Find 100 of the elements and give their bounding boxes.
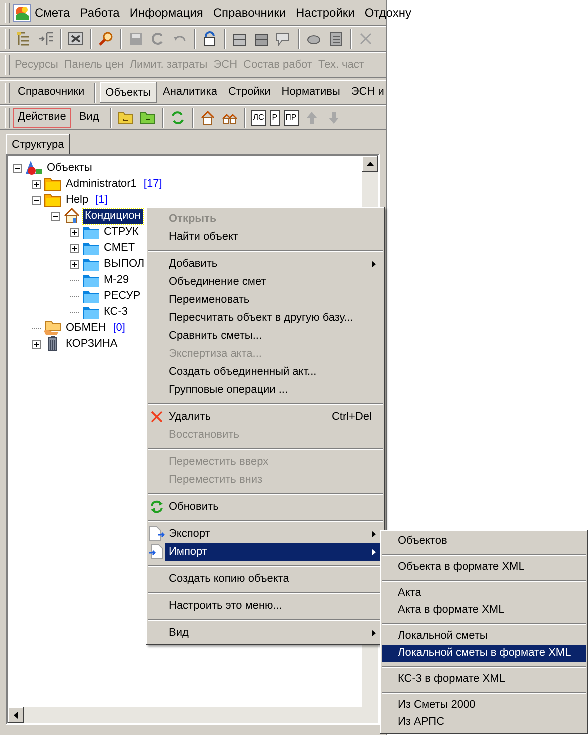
- menu-bar-item[interactable]: Работа: [79, 4, 121, 22]
- menu-item[interactable]: Локальной сметы: [382, 628, 586, 645]
- tree-item[interactable]: ОБМЕН: [64, 320, 108, 336]
- item-count: [17]: [144, 176, 162, 192]
- menu-item[interactable]: Экспорт: [165, 525, 382, 543]
- toolbar-grip[interactable]: [5, 2, 10, 22]
- expander-toggle[interactable]: [70, 260, 79, 268]
- toolbar-grip[interactable]: [5, 29, 10, 49]
- tab[interactable]: Стройки: [223, 82, 276, 103]
- folder-icon: [44, 176, 62, 192]
- tree-item[interactable]: Объекты: [45, 160, 94, 176]
- folder-icon: [82, 304, 100, 320]
- folder-icon: [82, 272, 100, 288]
- menu-item[interactable]: Акта в формате XML: [382, 602, 586, 619]
- tree-item[interactable]: М-29: [102, 272, 132, 288]
- menu-item[interactable]: Импорт: [165, 543, 382, 561]
- folder-icon: [82, 240, 100, 256]
- menu-bar-item[interactable]: Настройки: [295, 4, 356, 22]
- document-type-button[interactable]: ПР: [284, 110, 299, 126]
- house-icon[interactable]: [200, 110, 216, 126]
- menu-item[interactable]: Создать копию объекта: [165, 570, 382, 588]
- toolbar-grip[interactable]: [5, 82, 10, 102]
- tab[interactable]: ЭСН и: [346, 82, 390, 103]
- expander-toggle[interactable]: [51, 212, 60, 220]
- refresh-icon[interactable]: [170, 110, 186, 126]
- search-icon[interactable]: [98, 31, 114, 47]
- tab[interactable]: Аналитика: [158, 82, 222, 103]
- menu-item[interactable]: Сравнить сметы...: [165, 327, 382, 345]
- tree-item[interactable]: Help: [64, 192, 91, 208]
- refresh-icon: [150, 500, 164, 514]
- folder-icon: [82, 288, 100, 304]
- scroll-left-icon[interactable]: [14, 712, 18, 718]
- tree-item[interactable]: ВЫПОЛ: [102, 256, 147, 272]
- menu-bar-item[interactable]: Смета: [34, 4, 72, 22]
- menu-item[interactable]: Объединение смет: [165, 273, 382, 291]
- submenu-arrow-icon: [372, 548, 376, 556]
- expander-toggle[interactable]: [70, 228, 79, 236]
- menu-item[interactable]: Найти объект: [165, 228, 382, 246]
- panel-tab[interactable]: Структура: [6, 134, 70, 154]
- pyramid-icon: [25, 160, 43, 176]
- menu-item[interactable]: Из Сметы 2000: [382, 697, 586, 714]
- menu-item[interactable]: Из АРПС: [382, 714, 586, 731]
- import-document-icon: [149, 544, 165, 560]
- toolbar-grip[interactable]: [5, 108, 10, 128]
- tree-view-icon[interactable]: [16, 31, 32, 47]
- submenu-arrow-icon: [372, 630, 376, 636]
- expander-toggle[interactable]: [32, 340, 41, 348]
- menu-item[interactable]: Добавить: [165, 255, 382, 273]
- document-type-button[interactable]: ЛС: [251, 110, 266, 126]
- folder-minus-icon[interactable]: [140, 110, 156, 126]
- tab[interactable]: Нормативы: [276, 82, 346, 103]
- tree-item[interactable]: Кондицион: [83, 208, 143, 224]
- delete-icon: [151, 411, 163, 423]
- tree-item[interactable]: СТРУК: [102, 224, 141, 240]
- toolbar-button[interactable]: Вид: [74, 108, 104, 128]
- expander-toggle[interactable]: [13, 164, 22, 172]
- folder-icon: [82, 256, 100, 272]
- unlock-icon[interactable]: [202, 31, 218, 47]
- speech-bubble-icon[interactable]: [276, 31, 292, 47]
- tree-indent-icon[interactable]: [38, 31, 54, 47]
- menu-item[interactable]: Переименовать: [165, 291, 382, 309]
- menu-item[interactable]: Вид: [165, 624, 382, 642]
- menu-item[interactable]: Удалить Ctrl+Del: [165, 408, 382, 426]
- tree-item[interactable]: КОРЗИНА: [64, 336, 120, 352]
- shared-folder-icon: [44, 320, 62, 336]
- menu-bar-item[interactable]: Отдохну: [364, 4, 412, 22]
- menu-item[interactable]: Акта: [382, 585, 586, 602]
- app-logo-icon[interactable]: [13, 4, 31, 22]
- tab[interactable]: Справочники: [13, 82, 90, 103]
- export-document-icon: [149, 526, 165, 542]
- item-count: [1]: [96, 192, 108, 208]
- tree-item[interactable]: СМЕТ: [102, 240, 138, 256]
- document-type-button[interactable]: Р: [270, 110, 280, 126]
- expander-toggle[interactable]: [32, 196, 41, 204]
- menu-item[interactable]: Локальной сметы в формате XML: [382, 645, 586, 662]
- menu-bar-item[interactable]: Информация: [128, 4, 204, 22]
- menu-item[interactable]: Обновить: [165, 498, 382, 516]
- menu-bar-item[interactable]: Справочники: [212, 4, 288, 22]
- submenu-arrow-icon: [372, 260, 376, 268]
- horizontal-scrollbar[interactable]: [8, 707, 378, 723]
- menu-item[interactable]: Объекта в формате XML: [382, 559, 586, 576]
- menu-item[interactable]: Настроить это меню...: [165, 597, 382, 615]
- tree-item[interactable]: КС-3: [102, 304, 130, 320]
- toolbar-grip[interactable]: [5, 55, 10, 75]
- menu-item[interactable]: Создать объединенный акт...: [165, 363, 382, 381]
- tab[interactable]: Объекты: [100, 82, 158, 103]
- toolbar-button[interactable]: Действие: [13, 108, 72, 128]
- menu-item[interactable]: КС-3 в формате XML: [382, 671, 586, 688]
- expander-toggle[interactable]: [70, 244, 79, 252]
- menu-item[interactable]: Пересчитать объект в другую базу...: [165, 309, 382, 327]
- tree-item[interactable]: РЕСУР: [102, 288, 143, 304]
- folder-up-icon[interactable]: [118, 110, 134, 126]
- menu-item[interactable]: Групповые операции ...: [165, 381, 382, 399]
- folder-icon: [82, 224, 100, 240]
- submenu-arrow-icon: [372, 530, 376, 538]
- menu-item[interactable]: Объектов: [382, 533, 586, 550]
- folder-icon: [44, 192, 62, 208]
- tree-item[interactable]: Administrator1: [64, 176, 139, 192]
- scroll-up-icon[interactable]: [366, 162, 374, 166]
- expander-toggle[interactable]: [32, 180, 41, 188]
